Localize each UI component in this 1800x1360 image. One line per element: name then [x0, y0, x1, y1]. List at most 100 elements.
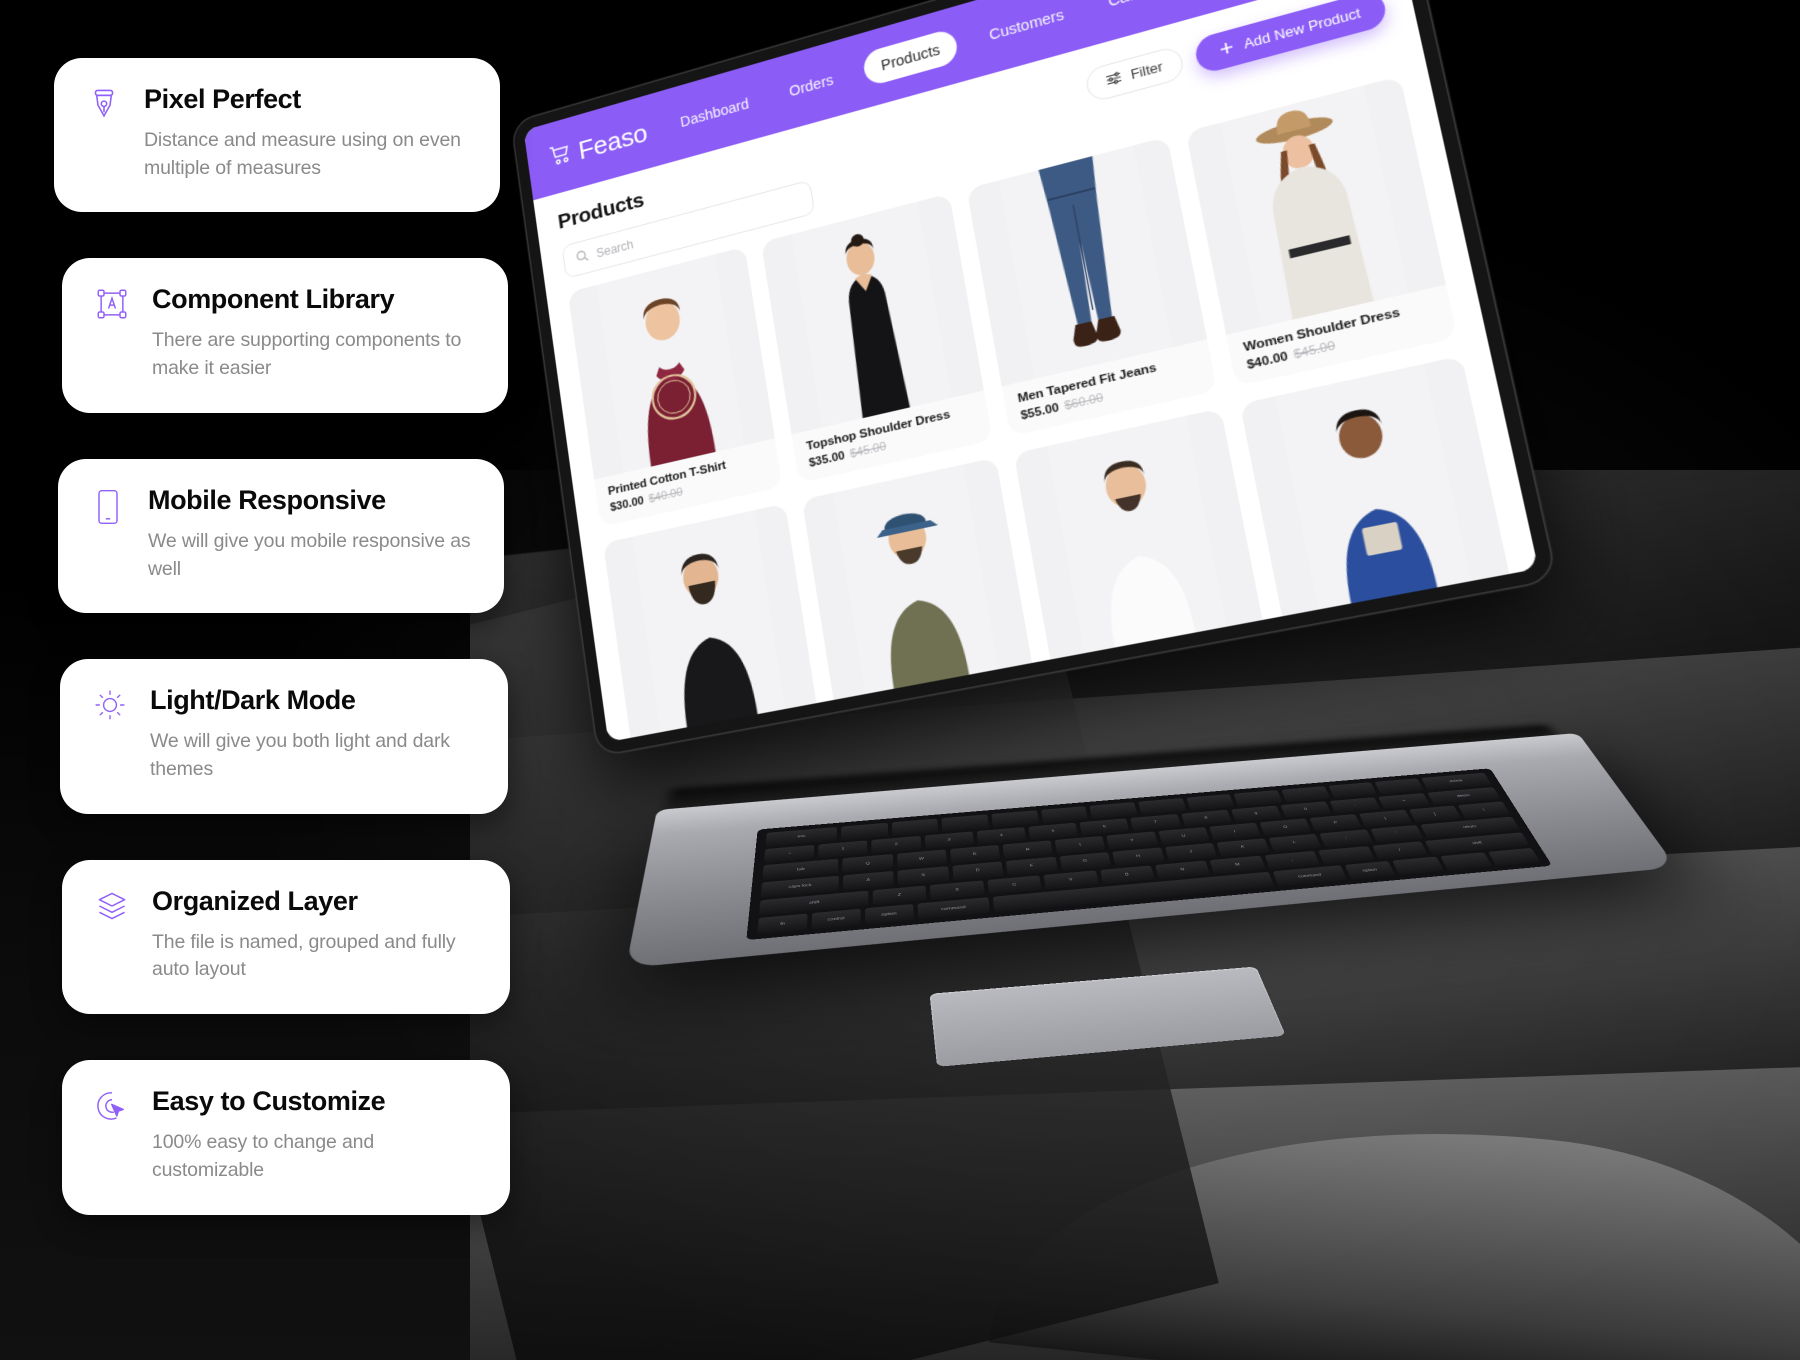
key-f10[interactable] [1281, 786, 1331, 803]
feature-card-component-library[interactable]: Component Library There are supporting c… [62, 258, 508, 413]
product-card[interactable] [603, 503, 823, 742]
key-slash[interactable]: / [1371, 841, 1428, 860]
key-command-left[interactable]: command [917, 897, 990, 920]
nav-item-orders[interactable]: Orders [777, 62, 846, 110]
key-7[interactable]: 7 [1130, 813, 1181, 831]
key-f6[interactable] [1089, 802, 1138, 819]
laptop-trackpad[interactable] [929, 966, 1286, 1067]
product-card[interactable]: Topshop Shoulder Dress $35.00 $45.00 [760, 193, 993, 484]
key-f[interactable]: F [1005, 856, 1058, 876]
key-arrow-left[interactable] [1392, 856, 1445, 876]
key-u[interactable]: U [1158, 827, 1210, 845]
key-control[interactable]: control [811, 909, 861, 930]
key-y[interactable]: Y [1106, 831, 1158, 850]
key-d[interactable]: D [952, 861, 1004, 881]
product-card[interactable] [1239, 355, 1519, 658]
key-s[interactable]: S [897, 866, 949, 886]
key-f2[interactable] [891, 818, 939, 836]
key-f3[interactable] [941, 814, 989, 832]
nav-item-customers[interactable]: Customers [976, 0, 1078, 53]
key-fn[interactable]: fn [757, 913, 808, 935]
key-f12[interactable] [1374, 778, 1425, 795]
nav-item-dashboard[interactable]: Dashboard [668, 86, 761, 140]
key-0[interactable]: 0 [1280, 801, 1332, 818]
feature-card-light-dark-mode[interactable]: Light/Dark Mode We will give you both li… [60, 659, 508, 814]
key-r[interactable]: R [1002, 840, 1054, 859]
key-w[interactable]: W [896, 849, 947, 869]
key-5[interactable]: 5 [1028, 822, 1079, 840]
key-equals[interactable]: = [1378, 792, 1430, 810]
key-b[interactable]: B [1099, 865, 1155, 885]
key-v[interactable]: V [1043, 870, 1099, 890]
product-card[interactable]: Women Shoulder Dress $40.00 $45.00 [1185, 76, 1458, 387]
key-c[interactable]: C [987, 875, 1042, 895]
filter-button[interactable]: Filter [1083, 44, 1186, 104]
key-3[interactable]: 3 [924, 831, 974, 849]
key-f5[interactable] [1040, 806, 1089, 823]
sliders-icon [1104, 69, 1123, 91]
key-command-right[interactable]: command [1273, 865, 1347, 887]
key-bracket-left[interactable]: [ [1359, 809, 1412, 827]
feature-description: We will give you both light and dark the… [150, 730, 450, 780]
key-option-left[interactable]: option [864, 904, 914, 925]
key-quote[interactable]: ' [1370, 824, 1424, 843]
key-6[interactable]: 6 [1079, 818, 1130, 836]
key-q[interactable]: Q [842, 854, 893, 873]
search-input[interactable]: Search [595, 237, 634, 260]
key-x[interactable]: X [930, 880, 985, 900]
key-h[interactable]: H [1112, 847, 1165, 866]
key-minus[interactable]: - [1329, 796, 1381, 814]
product-card[interactable]: Printed Cotton T-Shirt $30.00 $40.00 [567, 246, 783, 527]
key-f7[interactable] [1138, 798, 1187, 815]
feature-description: The file is named, grouped and fully aut… [152, 930, 456, 981]
nav-item-categories[interactable]: Categories [1094, 0, 1200, 20]
feature-card-easy-to-customize[interactable]: Easy to Customize 100% easy to change an… [62, 1060, 510, 1215]
key-f4[interactable] [991, 810, 1039, 828]
key-9[interactable]: 9 [1230, 805, 1282, 823]
key-8[interactable]: 8 [1180, 809, 1232, 827]
key-f8[interactable] [1186, 794, 1235, 811]
key-i[interactable]: I [1209, 822, 1261, 841]
key-f9[interactable] [1233, 790, 1283, 807]
key-m[interactable]: M [1209, 855, 1266, 875]
sun-icon [90, 685, 130, 729]
product-price-current [1067, 673, 1069, 686]
key-tilde[interactable]: ~ [763, 844, 815, 863]
key-z[interactable]: Z [872, 885, 927, 906]
key-f1[interactable] [840, 822, 888, 841]
key-2[interactable]: 2 [871, 835, 921, 854]
key-arrow-up-down[interactable] [1440, 852, 1493, 871]
key-j[interactable]: J [1164, 842, 1218, 862]
product-card[interactable] [1013, 408, 1271, 700]
key-a[interactable]: A [842, 870, 894, 891]
key-n[interactable]: N [1154, 860, 1211, 880]
brand-logo[interactable]: Feaso [547, 117, 649, 174]
key-e[interactable]: E [949, 845, 1001, 864]
key-period[interactable]: . [1318, 845, 1375, 865]
key-t[interactable]: T [1054, 836, 1106, 855]
key-backslash[interactable]: \ [1457, 801, 1511, 819]
key-comma[interactable]: , [1264, 850, 1321, 870]
key-option-right[interactable]: option [1344, 861, 1396, 880]
add-new-product-button[interactable]: Add New Product [1192, 0, 1389, 76]
key-l[interactable]: L [1268, 833, 1322, 852]
key-g[interactable]: G [1059, 852, 1112, 871]
key-f11[interactable] [1328, 782, 1378, 799]
key-p[interactable]: P [1309, 814, 1362, 832]
key-4[interactable]: 4 [976, 826, 1027, 845]
feature-card-organized-layer[interactable]: Organized Layer The file is named, group… [62, 859, 510, 1015]
key-1[interactable]: 1 [818, 840, 868, 859]
feature-card-pixel-perfect[interactable]: Pixel Perfect Distance and measure using… [54, 58, 500, 213]
feature-title: Pixel Perfect [144, 84, 301, 114]
nav-item-products[interactable]: Products [861, 27, 960, 88]
product-card[interactable]: Men Tapered Fit Jeans $55.00 $60.00 [966, 136, 1218, 437]
product-card[interactable] [801, 457, 1040, 739]
key-semicolon[interactable]: ; [1319, 829, 1373, 848]
feature-card-mobile-responsive[interactable]: Mobile Responsive We will give you mobil… [58, 458, 504, 614]
plus-icon [1218, 40, 1235, 59]
key-bracket-right[interactable]: ] [1408, 805, 1462, 823]
filter-button-label: Filter [1129, 59, 1165, 83]
key-o[interactable]: O [1259, 818, 1312, 836]
key-arrow-right[interactable] [1488, 848, 1541, 867]
key-k[interactable]: K [1216, 838, 1270, 857]
